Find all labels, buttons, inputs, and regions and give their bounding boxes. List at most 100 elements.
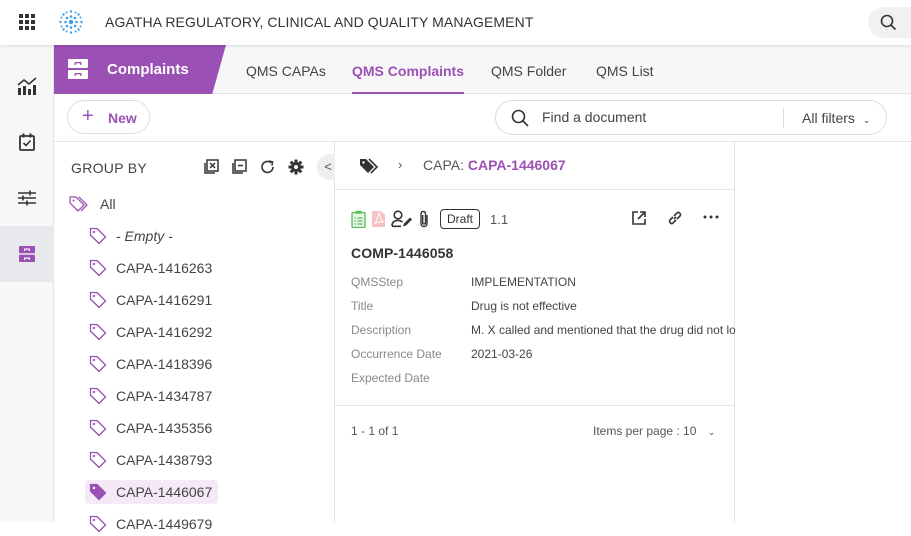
- group-item-label: CAPA-1416291: [116, 292, 213, 308]
- property-value: 2021-03-26: [471, 347, 533, 361]
- document-search: All filters ⌄: [495, 100, 887, 135]
- search-icon: [511, 109, 529, 127]
- nav-item-dashboard[interactable]: [0, 58, 54, 114]
- global-search-button[interactable]: [868, 7, 911, 38]
- group-item-all[interactable]: All: [69, 192, 116, 216]
- plus-icon: +: [82, 105, 94, 127]
- group-item-label: CAPA-1435356: [116, 420, 213, 436]
- document-list-panel: › CAPA: CAPA-1446067 Draft 1.1 COMP-1446…: [335, 142, 735, 522]
- pagination-range: 1 - 1 of 1: [351, 424, 399, 438]
- more-options-icon[interactable]: [703, 215, 719, 219]
- assign-user-icon[interactable]: [391, 210, 413, 228]
- items-per-page-label: Items per page : 10: [593, 424, 697, 438]
- apps-grid-icon[interactable]: [19, 14, 35, 30]
- version-label: 1.1: [490, 211, 509, 227]
- group-item-label: CAPA-1438793: [116, 452, 213, 468]
- group-item-label: - Empty -: [116, 228, 173, 244]
- tags-icon: [69, 196, 88, 212]
- nav-item-settings[interactable]: [0, 170, 54, 226]
- pdf-icon[interactable]: [371, 210, 386, 228]
- top-bar: AGATHA REGULATORY, CLINICAL AND QUALITY …: [0, 0, 911, 45]
- all-filters-dropdown[interactable]: All filters ⌄: [802, 110, 870, 126]
- refresh-icon[interactable]: [259, 158, 277, 176]
- tab-bar: Complaints QMS CAPAs QMS Complaints QMS …: [54, 45, 911, 94]
- group-item[interactable]: CAPA-1438793: [89, 448, 212, 472]
- group-item-label: CAPA-1449679: [116, 516, 213, 532]
- breadcrumb-label: CAPA: CAPA-1446067: [423, 157, 566, 173]
- open-external-icon[interactable]: [631, 210, 647, 226]
- breadcrumb-separator: ›: [398, 157, 403, 172]
- tag-icon: [89, 387, 107, 405]
- left-nav: [0, 45, 54, 522]
- new-button-label: New: [108, 110, 137, 126]
- all-filters-label: All filters: [802, 110, 855, 126]
- group-item-label: CAPA-1446067: [116, 484, 213, 500]
- module-label: Complaints: [107, 61, 189, 78]
- agatha-logo-icon: [59, 10, 83, 34]
- document-status-icons: Draft 1.1: [351, 209, 508, 229]
- tag-icon: [89, 323, 107, 341]
- items-per-page-select[interactable]: Items per page : 10 ⌄: [593, 424, 715, 438]
- sliders-icon: [18, 190, 36, 206]
- module-complaints[interactable]: Complaints: [54, 45, 226, 94]
- tab-qms-complaints[interactable]: QMS Complaints: [352, 45, 465, 94]
- group-by-panel: GROUP BY < All - Empty - CAPA-1416263 CA…: [55, 142, 339, 533]
- toolbar: + New All filters ⌄: [54, 94, 911, 142]
- property-value: M. X called and mentioned that the drug …: [471, 323, 735, 337]
- attachment-icon[interactable]: [418, 210, 430, 228]
- group-item[interactable]: CAPA-1416291: [89, 288, 212, 312]
- group-item[interactable]: CAPA-1416292: [89, 320, 212, 344]
- nav-item-tasks[interactable]: [0, 114, 54, 170]
- tag-icon: [89, 355, 107, 373]
- form-icon[interactable]: [351, 210, 366, 228]
- property-value: Drug is not effective: [471, 299, 577, 313]
- chevron-down-icon: ⌄: [862, 115, 871, 125]
- group-item-label: CAPA-1416263: [116, 260, 213, 276]
- search-input[interactable]: [542, 109, 772, 125]
- tag-filled-icon: [89, 483, 107, 501]
- search-divider: [783, 108, 784, 128]
- breadcrumb-value[interactable]: CAPA-1446067: [468, 157, 566, 173]
- breadcrumb-prefix: CAPA:: [423, 157, 468, 173]
- preview-pane: [736, 142, 911, 522]
- group-item-label: CAPA-1416292: [116, 324, 213, 340]
- tag-icon: [89, 515, 107, 533]
- new-button[interactable]: + New: [67, 100, 150, 134]
- tag-icon: [89, 259, 107, 277]
- settings-icon[interactable]: [287, 158, 305, 176]
- group-by-title: GROUP BY: [71, 160, 148, 176]
- document-id[interactable]: COMP-1446058: [351, 245, 453, 261]
- clear-selection-icon[interactable]: [203, 158, 221, 176]
- group-item[interactable]: CAPA-1434787: [89, 384, 212, 408]
- tags-filled-icon: [360, 158, 379, 174]
- tag-icon: [89, 227, 107, 245]
- cabinet-icon: [68, 59, 88, 79]
- pagination: 1 - 1 of 1 Items per page : 10 ⌄: [335, 407, 735, 455]
- chart-icon: [17, 77, 37, 95]
- document-card[interactable]: Draft 1.1 COMP-1446058 QMSStep IMPLEMENT…: [335, 191, 735, 406]
- group-item[interactable]: CAPA-1435356: [89, 416, 212, 440]
- tag-icon: [89, 451, 107, 469]
- group-item-empty[interactable]: - Empty -: [89, 224, 173, 248]
- search-icon: [880, 14, 897, 31]
- group-item[interactable]: CAPA-1416263: [89, 256, 212, 280]
- breadcrumb: › CAPA: CAPA-1446067: [335, 142, 735, 190]
- group-item-label: CAPA-1418396: [116, 356, 213, 372]
- group-item-label: CAPA-1434787: [116, 388, 213, 404]
- tab-qms-capas[interactable]: QMS CAPAs: [246, 45, 326, 94]
- property-label: Description: [351, 323, 412, 337]
- nav-item-complaints[interactable]: [0, 226, 54, 282]
- group-item[interactable]: CAPA-1418396: [89, 352, 212, 376]
- status-badge: Draft: [440, 209, 481, 229]
- group-item[interactable]: CAPA-1449679: [89, 512, 212, 536]
- link-icon[interactable]: [667, 210, 683, 226]
- tab-qms-list[interactable]: QMS List: [596, 45, 654, 94]
- cabinet-icon: [19, 246, 35, 262]
- collapse-all-icon[interactable]: [231, 158, 249, 176]
- tag-icon: [89, 291, 107, 309]
- app-title: AGATHA REGULATORY, CLINICAL AND QUALITY …: [105, 14, 534, 30]
- group-item-label: All: [100, 196, 116, 212]
- group-item-selected[interactable]: CAPA-1446067: [85, 480, 219, 504]
- tag-icon: [89, 419, 107, 437]
- tab-qms-folder[interactable]: QMS Folder: [491, 45, 566, 94]
